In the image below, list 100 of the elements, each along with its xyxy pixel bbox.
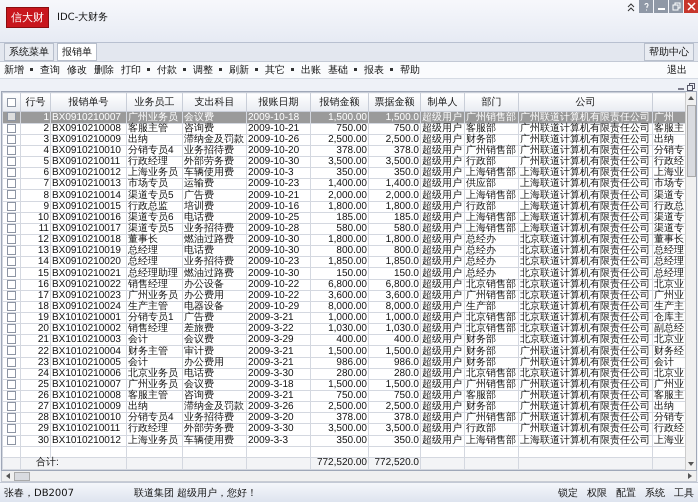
column-header[interactable]: 票据金额 bbox=[368, 92, 420, 112]
table-row[interactable]: 2 BX0910210008 客服主管 咨询费 2009-10-21 750.00 750.0 超级用户 客服部 广州联道计算机有限责任公司 客服主 bbox=[2, 123, 686, 134]
table-cell: 北京联道计算机有限责任公司 bbox=[520, 245, 650, 256]
column-header[interactable]: 报销金额 bbox=[310, 92, 368, 112]
scroll-right-icon[interactable] bbox=[686, 472, 694, 480]
menu-item[interactable]: 刷新 bbox=[229, 62, 258, 77]
column-header[interactable]: 业务员工 bbox=[126, 92, 182, 112]
help-center-button[interactable]: 帮助中心 bbox=[644, 43, 694, 62]
table-row[interactable]: 30 BX1010210012 上海业务员 车辆使用费 2009-3-3 350.00 350.0 超级用户 上海销售部 上海联道计算机有限责任公司 上海业 bbox=[2, 435, 686, 446]
table-row[interactable]: 15 BX0910210021 总经理助理 燃油过路费 2009-10-30 150.00 150.0 超级用户 总经办 北京联道计算机有限责任公司 总经理 bbox=[2, 268, 686, 280]
table-cell: 2009-3-30 bbox=[248, 423, 294, 434]
column-header[interactable]: 制单人 bbox=[420, 92, 464, 112]
table-row[interactable]: 10 BX0910210016 渠道专员6 电话费 2009-10-25 185.00 185.0 超级用户 上海销售部 上海联道计算机有限责任公司 渠道专 bbox=[2, 212, 686, 224]
table-row[interactable]: 12 BX0910210018 董事长 燃油过路费 2009-10-30 1,800.00 1,800.0 超级用户 总经办 北京联道计算机有限责任公司 董事长 bbox=[2, 234, 686, 246]
column-header[interactable]: 报销单号 bbox=[50, 92, 126, 112]
table-row[interactable]: 25 BX1010210007 广州业务员 会议费 2009-3-18 1,500.00 1,500.0 超级用户 广州销售部 广州联道计算机有限责任公司 广州业 bbox=[2, 379, 686, 390]
menu-item[interactable]: 修改 bbox=[67, 62, 87, 77]
table-row[interactable]: 7 BX0910210013 市场专员 运输费 2009-10-23 1,400.00 1,400.0 超级用户 供应部 上海联道计算机有限责任公司 市场专 bbox=[2, 178, 686, 190]
table-row[interactable]: 9 BX0910210015 行政总监 培训费 2009-10-16 1,800.00 1,800.0 超级用户 行政部 上海联道计算机有限责任公司 行政总 bbox=[2, 201, 686, 212]
status-link[interactable]: 工具 bbox=[674, 486, 694, 500]
table-row[interactable]: 24 BX1010210006 北京业务员 电话费 2009-3-30 280.00 280.0 超级用户 北京销售部 北京联道计算机有限责任公司 北京业 bbox=[2, 368, 686, 380]
table-row[interactable]: 28 BX1010210010 分销专员4 业务招待费 2009-3-20 378.00 378.0 超级用户 广州销售部 广州联道计算机有限责任公司 分销专 bbox=[2, 412, 686, 424]
vertical-scrollbar[interactable] bbox=[685, 92, 696, 470]
horizontal-scrollbar[interactable] bbox=[1, 470, 697, 482]
scroll-thumb[interactable] bbox=[686, 105, 696, 178]
select-all-checkbox[interactable] bbox=[7, 98, 16, 107]
restore-icon[interactable] bbox=[669, 0, 683, 13]
row-checkbox[interactable] bbox=[7, 157, 16, 166]
menu-item[interactable]: 基础 bbox=[328, 62, 357, 77]
table-row[interactable]: 8 BX0910210014 渠道专员5 广告费 2009-10-21 2,000.00 2,000.0 超级用户 上海销售部 上海联道计算机有限责任公司 渠道专 bbox=[2, 190, 686, 202]
table-row[interactable]: 20 BX1010210002 销售经理 差旅费 2009-3-22 1,030.00 1,030.0 超级用户 北京销售部 北京联道计算机有限责任公司 副总经 bbox=[2, 324, 686, 335]
table-row[interactable]: 18 BX0910210024 生产主管 电器设备 2009-10-29 8,000.00 8,000.0 超级用户 生产部 北京联道计算机有限责任公司 生产主 bbox=[2, 301, 686, 313]
tab[interactable]: 系统菜单 bbox=[4, 43, 54, 62]
row-checkbox[interactable] bbox=[7, 235, 16, 244]
row-checkbox[interactable] bbox=[7, 413, 16, 422]
menu-item[interactable]: 打印 bbox=[121, 62, 150, 77]
table-row[interactable]: 17 BX0910210023 广州业务员 办公费用 2009-10-22 3,600.00 3,600.0 超级用户 广州销售部 北京联道计算机有限责任公司 广州业 bbox=[2, 290, 686, 302]
status-link[interactable]: 系统 bbox=[645, 486, 665, 500]
table-row[interactable]: 21 BX1010210003 会计 会议费 2009-3-29 400.00 400.0 超级用户 财务部 北京联道计算机有限责任公司 北京业 bbox=[2, 334, 686, 346]
minimize-icon[interactable] bbox=[654, 0, 668, 13]
table-row[interactable]: 26 BX1010210008 客服主管 咨询费 2009-3-21 750.00 750.0 超级用户 客服部 广州联道计算机有限责任公司 客服主 bbox=[2, 390, 686, 402]
status-link[interactable]: 权限 bbox=[587, 486, 607, 500]
table-row[interactable]: 23 BX1010210005 会计 办公费用 2009-3-21 986.00 986.0 超级用户 财务部 广州联道计算机有限责任公司 会计 bbox=[2, 357, 686, 368]
table-row[interactable]: 6 BX0910210012 上海业务员 车辆使用费 2009-10-3 350.00 350.0 超级用户 上海销售部 上海联道计算机有限责任公司 上海业 bbox=[2, 168, 686, 179]
scroll-down-icon[interactable] bbox=[687, 460, 696, 468]
row-checkbox[interactable] bbox=[7, 179, 16, 188]
menu-item[interactable]: 报表 bbox=[364, 62, 393, 77]
menu-item[interactable]: 出账 bbox=[301, 62, 321, 77]
row-checkbox[interactable] bbox=[7, 391, 16, 400]
column-header[interactable]: 部门 bbox=[464, 92, 518, 112]
status-link[interactable]: 锁定 bbox=[558, 486, 578, 500]
menu-item[interactable]: 其它 bbox=[265, 62, 294, 77]
scroll-thumb[interactable] bbox=[14, 472, 30, 481]
table-row[interactable]: 16 BX0910210022 销售经理 办公设备 2009-10-22 6,800.00 6,800.0 超级用户 北京销售部 北京联道计算机有限责任公司 北京业 bbox=[2, 279, 686, 290]
table-row[interactable]: 4 BX0910210010 分销专员4 业务招待费 2009-10-20 378.00 378.0 超级用户 广州销售部 广州联道计算机有限责任公司 分销专 bbox=[2, 145, 686, 157]
row-checkbox[interactable] bbox=[7, 402, 16, 412]
column-header[interactable]: 公司 bbox=[518, 92, 652, 112]
scroll-up-icon[interactable] bbox=[687, 94, 696, 102]
table-cell: 7 bbox=[43, 178, 49, 190]
row-checkbox[interactable] bbox=[7, 268, 16, 278]
table-row[interactable]: 11 BX0910210017 渠道专员5 业务招待费 2009-10-28 580.00 580.0 超级用户 上海销售部 上海联道计算机有限责任公司 渠道专 bbox=[2, 223, 686, 235]
menu-item[interactable]: 删除 bbox=[94, 62, 114, 77]
table-row[interactable]: 14 BX0910210020 总经理 业务招待费 2009-10-23 1,850.00 1,850.0 超级用户 总经办 北京联道计算机有限责任公司 总经理 bbox=[2, 256, 686, 268]
menu-item[interactable]: 查询 bbox=[40, 62, 60, 77]
status-link[interactable]: 配置 bbox=[616, 486, 636, 500]
table-row[interactable]: 29 BX1010210011 行政经理 外部劳务费 2009-3-30 3,500.00 3,500.0 超级用户 行政部 广州联道计算机有限责任公司 行政经 bbox=[2, 424, 686, 436]
menu-item[interactable]: 调整 bbox=[193, 62, 222, 77]
scroll-left-icon[interactable] bbox=[4, 472, 12, 480]
column-header[interactable]: 行号 bbox=[20, 92, 50, 112]
table-cell: 渠道专员6 bbox=[128, 212, 174, 223]
row-checkbox[interactable] bbox=[7, 424, 16, 434]
table-cell: 1,800.0 bbox=[386, 200, 419, 212]
column-header[interactable]: 报账日期 bbox=[246, 92, 310, 112]
row-checkbox[interactable] bbox=[7, 112, 16, 122]
table-cell: 分销专员4 bbox=[128, 144, 174, 156]
collapse-icon[interactable] bbox=[627, 2, 635, 12]
table-row[interactable]: 5 BX0910210011 行政经理 外部劳务费 2009-10-30 3,500.00 3,500.0 超级用户 行政部 广州联道计算机有限责任公司 行政经 bbox=[2, 156, 686, 168]
table-row[interactable]: 19 BX1010210001 分销专员1 广告费 2009-3-21 1,000.00 1,000.0 超级用户 北京销售部 北京联道计算机有限责任公司 仓库主 bbox=[2, 312, 686, 324]
row-checkbox[interactable] bbox=[7, 190, 16, 200]
table-row[interactable]: 3 BX0910210009 出纳 滞纳金及罚款 2009-10-26 2,500.00 2,500.0 超级用户 财务部 广州联道计算机有限责任公司 出纳 bbox=[2, 134, 686, 146]
table-row[interactable]: 13 BX0910210019 总经理 电话费 2009-10-30 800.00 800.0 超级用户 总经办 北京联道计算机有限责任公司 总经理 bbox=[2, 246, 686, 257]
row-checkbox[interactable] bbox=[7, 346, 16, 356]
row-checkbox[interactable] bbox=[7, 257, 16, 266]
row-checkbox[interactable] bbox=[7, 246, 16, 256]
table-cell: 2009-10-23 bbox=[248, 256, 300, 268]
table-row[interactable]: 27 BX1010210009 出纳 滞纳金及罚款 2009-3-26 2,500.00 2,500.0 超级用户 财务部 广州联道计算机有限责任公司 出纳 bbox=[2, 402, 686, 413]
close-icon[interactable] bbox=[684, 0, 698, 13]
restore-icon[interactable] bbox=[687, 83, 695, 92]
table-cell: 14 bbox=[38, 256, 49, 268]
menu-item[interactable]: 新增 bbox=[4, 62, 33, 77]
table-row[interactable]: 22 BX1010210004 财务主管 审计费 2009-3-21 1,500.00 1,500.0 超级用户 财务部 广州联道计算机有限责任公司 财务经 bbox=[2, 346, 686, 358]
menu-item[interactable]: 付款 bbox=[157, 62, 186, 77]
row-checkbox[interactable] bbox=[7, 168, 16, 178]
column-header[interactable]: 支出科目 bbox=[182, 92, 246, 112]
row-checkbox[interactable] bbox=[7, 313, 16, 322]
row-checkbox[interactable] bbox=[7, 324, 16, 334]
exit-menu-item[interactable]: 退出 bbox=[667, 62, 687, 77]
tab[interactable]: 报销单 bbox=[57, 43, 97, 62]
row-checkbox[interactable] bbox=[7, 335, 16, 344]
menu-item[interactable]: 帮助 bbox=[400, 62, 420, 77]
